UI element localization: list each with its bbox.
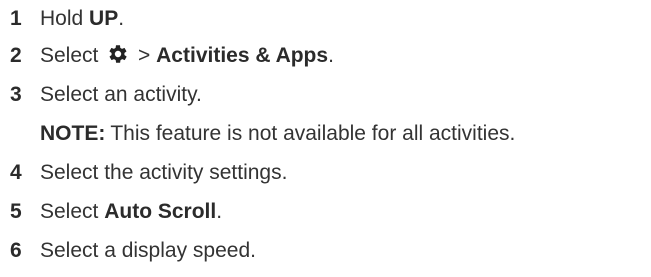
step-5: 5 Select Auto Scroll. <box>0 192 651 231</box>
step-text: Select an activity. <box>40 83 202 106</box>
note: NOTE: This feature is not available for a… <box>0 114 651 153</box>
step-1: 1 Hold UP. <box>0 2 651 36</box>
step-number: 6 <box>10 239 22 262</box>
procedure-page: 1 Hold UP. 2 Select > Activities & Apps.… <box>0 0 651 277</box>
note-text: NOTE: This feature is not available for a… <box>40 122 516 145</box>
step-text: Select Auto Scroll. <box>40 200 223 223</box>
menu-name-auto-scroll: Auto Scroll <box>104 200 217 223</box>
step-list: 1 Hold UP. 2 Select > Activities & Apps.… <box>0 2 651 270</box>
gear-icon <box>109 45 127 63</box>
note-label: NOTE: <box>40 122 106 145</box>
step-text: Select > Activities & Apps. <box>40 44 334 67</box>
button-name-up: UP <box>89 7 119 30</box>
step-text: Select a display speed. <box>40 239 256 262</box>
step-text: Select the activity settings. <box>40 161 288 184</box>
step-text: Hold UP. <box>40 7 125 30</box>
step-6: 6 Select a display speed. <box>0 231 651 270</box>
step-number: 2 <box>10 44 22 67</box>
step-3: 3 Select an activity. <box>0 75 651 114</box>
step-number: 3 <box>10 83 22 106</box>
menu-name-activities-apps: Activities & Apps <box>156 44 329 67</box>
step-4: 4 Select the activity settings. <box>0 153 651 192</box>
step-number: 5 <box>10 200 22 223</box>
step-number: 1 <box>10 7 22 30</box>
step-2: 2 Select > Activities & Apps. <box>0 36 651 75</box>
step-number: 4 <box>10 161 22 184</box>
